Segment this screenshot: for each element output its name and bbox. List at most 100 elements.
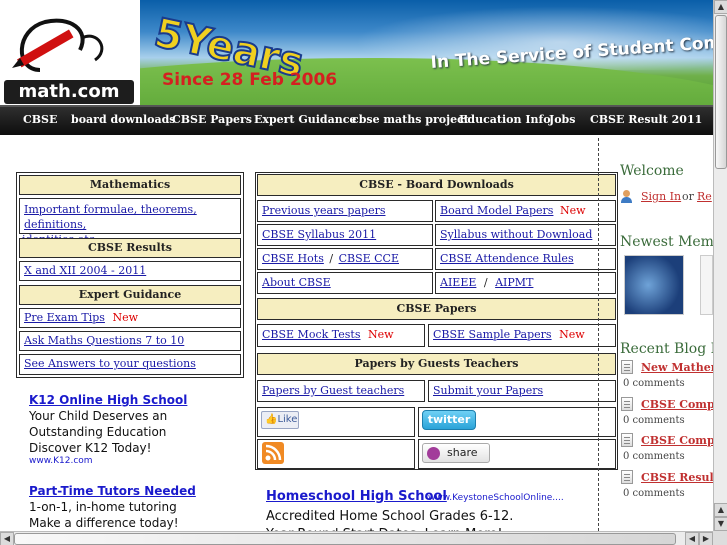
board-model-papers-link[interactable]: Board Model Papers (440, 204, 553, 217)
expert-guidance-header: Expert Guidance (19, 285, 241, 305)
cbse-results-header: CBSE Results (19, 238, 241, 258)
member-avatar[interactable] (624, 255, 684, 315)
aipmt-link[interactable]: AIPMT (495, 276, 533, 289)
results-cell: X and XII 2004 - 2011 (19, 261, 241, 281)
register-link[interactable]: Re (697, 190, 712, 203)
homeschool-ad-text: Accredited Home School Grades 6-12. Year… (266, 509, 514, 531)
cbse-papers-header: CBSE Papers (257, 298, 616, 320)
share-icon (427, 447, 440, 460)
blog-post-comments: 0 comments (623, 415, 685, 426)
homeschool-ad-url[interactable]: www.KeystoneSchoolOnline.... (428, 493, 564, 503)
mathematics-header: Mathematics (19, 175, 241, 195)
logo[interactable]: math.com (0, 0, 140, 105)
dl-cell: Syllabus without Download (435, 224, 616, 246)
about-cbse-link[interactable]: About CBSE (262, 276, 331, 289)
rss-glyph-icon (265, 444, 282, 461)
since-date: Since 28 Feb 2006 (162, 70, 338, 90)
see-answers-link[interactable]: See Answers to your questions (24, 357, 196, 370)
blog-post-comments: 0 comments (623, 378, 685, 389)
separator: / (483, 276, 488, 289)
vertical-scrollbar[interactable]: ▲ ▲ ▼ (713, 0, 727, 531)
hots-link[interactable]: CBSE Hots (262, 252, 324, 265)
cce-link[interactable]: CBSE CCE (339, 252, 399, 265)
pre-exam-tips-link[interactable]: Pre Exam Tips (24, 311, 105, 324)
twitter-button[interactable]: twitter (422, 410, 476, 430)
expert-cell-3: See Answers to your questions (19, 354, 241, 375)
syllabus-no-download-link[interactable]: Syllabus without Download (440, 228, 592, 241)
syllabus-link[interactable]: CBSE Syllabus 2011 (262, 228, 376, 241)
submit-papers-link[interactable]: Submit your Papers (433, 384, 543, 397)
nav-education-info[interactable]: Education Info (459, 107, 551, 135)
horizontal-scrollbar[interactable]: ◀ ◀ ▶ (0, 531, 713, 545)
user-icon (621, 190, 632, 204)
formulae-link[interactable]: Important formulae, theorems, definition… (24, 203, 197, 231)
nav-cbse-papers[interactable]: CBSE Papers (172, 107, 252, 135)
sign-in-link[interactable]: Sign In (641, 190, 681, 203)
expert-cell-2: Ask Maths Questions 7 to 10 (19, 331, 241, 351)
document-icon (621, 433, 633, 447)
previous-papers-link[interactable]: Previous years papers (262, 204, 386, 217)
separator: / (329, 252, 334, 265)
scroll-down-icon[interactable]: ▲ (714, 503, 727, 517)
nav-board-downloads[interactable]: board downloads (71, 107, 176, 135)
dl-cell: AIEEE / AIPMT (435, 272, 616, 294)
scroll-down-icon[interactable]: ▼ (714, 517, 727, 531)
scroll-right-icon[interactable]: ▶ (699, 532, 713, 545)
papers-cell: CBSE Sample Papers New (428, 324, 616, 347)
expert-cell-1: Pre Exam Tips New (19, 308, 241, 328)
new-badge: New (559, 328, 585, 341)
dl-cell: Previous years papers (257, 200, 433, 222)
scrollbar-corner (713, 531, 727, 545)
scroll-up-icon[interactable]: ▲ (714, 0, 727, 14)
new-badge: New (112, 311, 138, 324)
vertical-scroll-thumb[interactable] (715, 15, 727, 169)
member-avatar[interactable] (700, 255, 713, 315)
nav-cbse-result[interactable]: CBSE Result 2011 (590, 107, 702, 135)
attendance-rules-link[interactable]: CBSE Attendence Rules (440, 252, 574, 265)
tutors-ad-title[interactable]: Part-Time Tutors Needed (29, 484, 196, 498)
k12-ad-url[interactable]: www.K12.com (29, 456, 93, 466)
new-badge: New (559, 204, 586, 217)
horizontal-scroll-thumb[interactable] (14, 533, 676, 545)
ask-questions-link[interactable]: Ask Maths Questions 7 to 10 (24, 334, 184, 347)
rss-icon[interactable] (262, 442, 284, 464)
twitter-label: twitter (427, 413, 471, 426)
nav-jobs[interactable]: Jobs (549, 107, 575, 135)
guest-papers-link[interactable]: Papers by Guest teachers (262, 384, 404, 397)
scroll-left-icon[interactable]: ◀ (685, 532, 699, 545)
thumbs-up-icon: 👍 (265, 414, 278, 425)
column-divider (598, 138, 599, 531)
recent-blog-heading: Recent Blog Ent (620, 341, 727, 357)
logo-text: math.com (4, 80, 134, 104)
k12-ad-title[interactable]: K12 Online High School (29, 393, 187, 407)
welcome-heading: Welcome (620, 163, 684, 179)
document-icon (621, 397, 633, 411)
aieee-link[interactable]: AIEEE (440, 276, 476, 289)
sample-papers-link[interactable]: CBSE Sample Papers (433, 328, 552, 341)
pencil-logo-icon (12, 18, 104, 72)
math-link-cell: Important formulae, theorems, definition… (19, 198, 241, 246)
nav-maths-project[interactable]: cbse maths project (352, 107, 469, 135)
share-button[interactable]: share (422, 443, 490, 463)
site-banner: math.com 5Years Since 28 Feb 2006 In The… (0, 0, 713, 105)
blog-post-comments: 0 comments (623, 488, 685, 499)
like-button[interactable]: 👍Like (261, 411, 299, 429)
document-icon (621, 360, 633, 374)
dl-cell: CBSE Syllabus 2011 (257, 224, 433, 246)
papers-cell: CBSE Mock Tests New (257, 324, 425, 347)
results-link[interactable]: X and XII 2004 - 2011 (24, 264, 146, 277)
blog-post-comments: 0 comments (623, 451, 685, 462)
nav-cbse[interactable]: CBSE (23, 107, 57, 135)
mock-tests-link[interactable]: CBSE Mock Tests (262, 328, 360, 341)
scroll-left-icon[interactable]: ◀ (0, 532, 14, 545)
new-badge: New (367, 328, 394, 341)
k12-ad-text: Your Child Deserves an Outstanding Educa… (29, 409, 168, 455)
dl-cell: CBSE Attendence Rules (435, 248, 616, 270)
homeschool-ad-title[interactable]: Homeschool High School (266, 489, 447, 504)
main-nav: CBSE board downloads CBSE Papers Expert … (0, 105, 713, 135)
or-text: or (682, 190, 694, 203)
nav-expert-guidance[interactable]: Expert Guidance (254, 107, 356, 135)
downloads-header: CBSE - Board Downloads (257, 174, 616, 196)
dl-cell: Board Model Papers New (435, 200, 616, 222)
dl-cell: About CBSE (257, 272, 433, 294)
